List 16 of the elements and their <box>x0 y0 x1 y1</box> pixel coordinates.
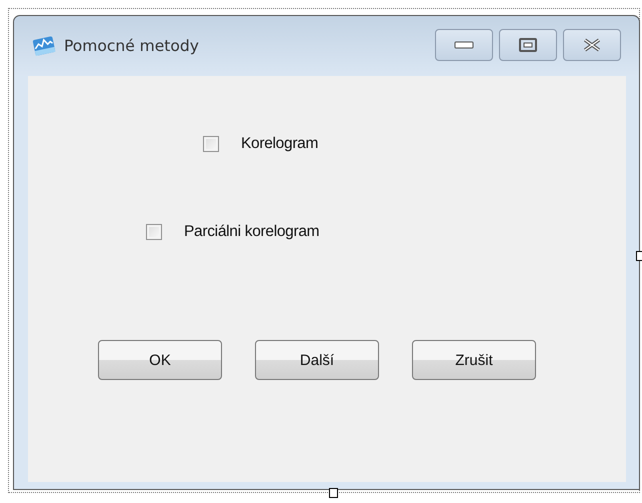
maximize-button[interactable] <box>499 29 557 61</box>
minimize-icon <box>454 41 474 49</box>
checkbox-label: Korelogram <box>241 135 318 153</box>
close-button[interactable] <box>563 29 621 61</box>
chart-icon <box>32 35 56 57</box>
close-icon <box>582 38 602 52</box>
resize-handle[interactable] <box>329 488 338 498</box>
dialog-button[interactable]: OK <box>98 340 222 380</box>
dialog-button[interactable]: Další <box>255 340 379 380</box>
minimize-button[interactable] <box>435 29 493 61</box>
maximize-icon <box>519 38 537 52</box>
checkbox[interactable] <box>146 224 162 240</box>
dialog-button[interactable]: Zrušit <box>412 340 536 380</box>
checkbox[interactable] <box>203 136 219 152</box>
window-title: Pomocné metody <box>64 37 200 55</box>
checkbox-label: Parciálni korelogram <box>184 223 320 241</box>
